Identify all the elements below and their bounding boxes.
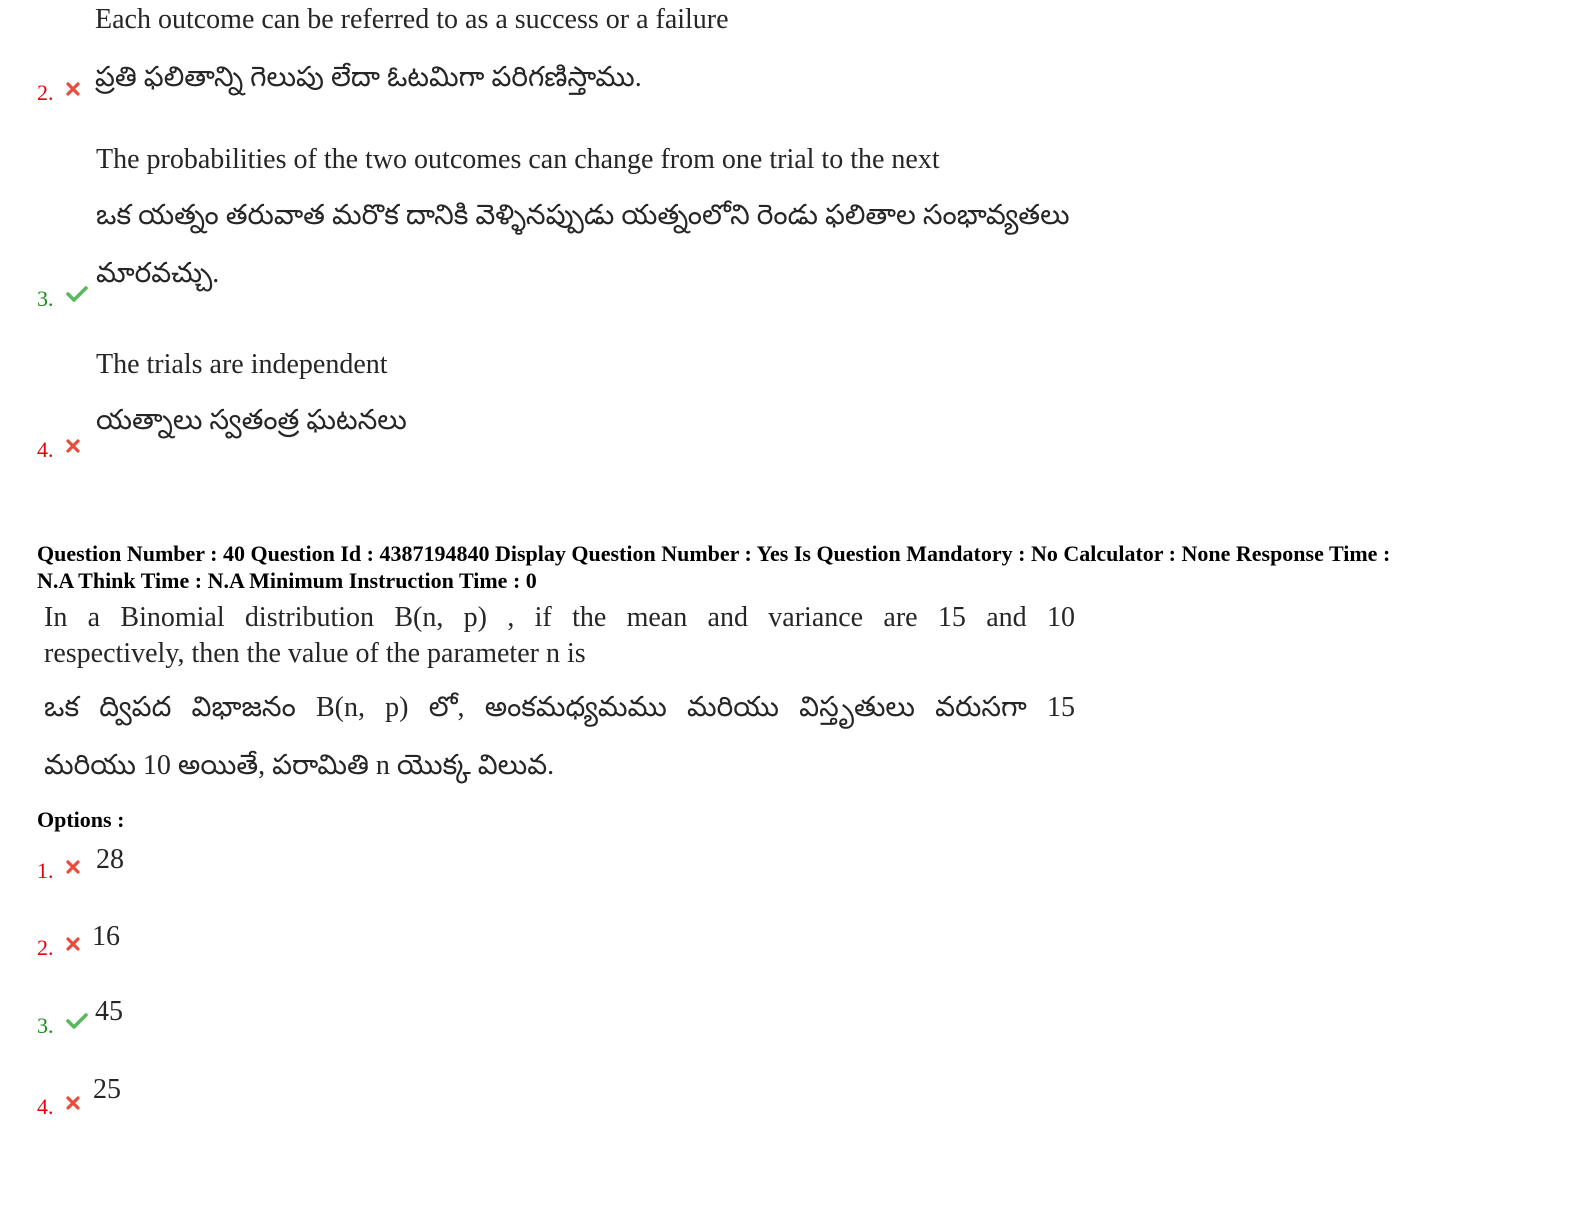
cross-icon: [65, 937, 80, 951]
option-3-value: 45: [95, 996, 123, 1027]
option-1-value: 28: [96, 844, 124, 875]
option-2-value: 16: [92, 921, 120, 952]
question-english-line-2: respectively, then the value of the para…: [44, 638, 586, 669]
question-meta-line-1: Question Number : 40 Question Id : 43871…: [37, 541, 1391, 566]
prev-option-2-english: Each outcome can be referred to as a suc…: [95, 4, 729, 35]
question-telugu-line-2: మరియు 10 అయితే, పరామితి n యొక్క విలువ.: [44, 750, 555, 781]
prev-option-3-english: The probabilities of the two outcomes ca…: [96, 144, 940, 175]
option-number: 3.: [37, 1013, 54, 1038]
check-icon: [65, 286, 88, 302]
options-label: Options :: [37, 807, 125, 832]
cross-icon: [65, 439, 80, 453]
prev-option-3-telugu-2: మారవచ్చు.: [96, 258, 220, 289]
option-number: 2.: [37, 935, 54, 960]
question-meta-line-2: N.A Think Time : N.A Minimum Instruction…: [37, 568, 537, 593]
option-number: 3.: [37, 286, 54, 311]
option-4-value: 25: [93, 1074, 121, 1105]
option-number: 2.: [37, 80, 54, 105]
cross-icon: [65, 1096, 80, 1110]
cross-icon: [65, 82, 80, 96]
check-icon: [65, 1013, 88, 1029]
option-number: 4.: [37, 1094, 54, 1119]
prev-option-4-telugu: యత్నాలు స్వతంత్ర ఘటనలు: [96, 405, 407, 436]
option-1-marker: 1.: [37, 858, 80, 884]
question-english-line-1: In a Binomial distribution B(n, p) , if …: [44, 602, 1075, 633]
prev-option-4-english: The trials are independent: [96, 349, 388, 380]
prev-option-2-telugu: ప్రతి ఫలితాన్ని గెలుపు లేదా ఓటమిగా పరిగణ…: [95, 62, 642, 93]
prev-option-4-marker: 4.: [37, 437, 80, 463]
question-telugu-line-1: ఒక ద్విపద విభాజనం B(n, p) లో, అంకమధ్యమము…: [44, 692, 1075, 723]
option-number: 1.: [37, 858, 54, 883]
option-2-marker: 2.: [37, 935, 80, 961]
option-3-marker: 3.: [37, 1013, 88, 1039]
option-4-marker: 4.: [37, 1094, 80, 1120]
cross-icon: [65, 860, 80, 874]
option-number: 4.: [37, 437, 54, 462]
prev-option-3-telugu-1: ఒక యత్నం తరువాత మరొక దానికి వెళ్ళినప్పుడ…: [96, 200, 1070, 231]
prev-option-2-marker: 2.: [37, 80, 80, 106]
prev-option-3-marker: 3.: [37, 286, 88, 312]
